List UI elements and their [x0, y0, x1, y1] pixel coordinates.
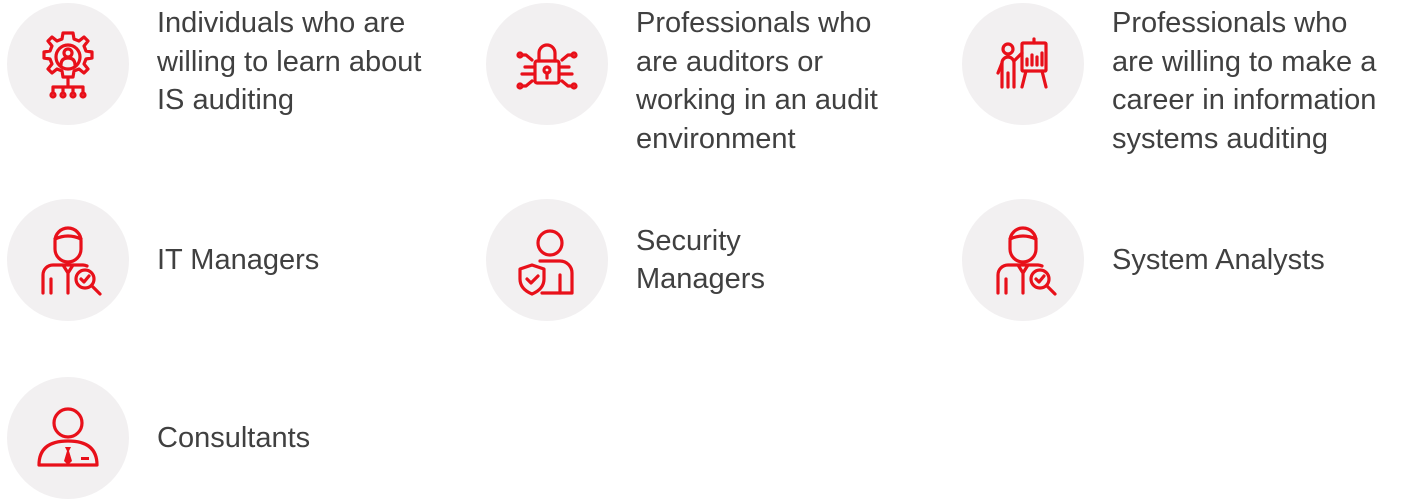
audience-label: Consultants — [157, 421, 311, 454]
icon-circle — [486, 3, 608, 125]
manager-magnifier-icon — [41, 226, 102, 296]
audience-label: IT Managers — [157, 243, 320, 276]
icon-circle — [962, 3, 1084, 125]
audience-label: Professionals who are willing to make a … — [1112, 7, 1377, 155]
icon-circle — [962, 199, 1084, 321]
audience-item-auditors: Professionals who are auditors or workin… — [486, 3, 878, 158]
audience-item-career: Professionals who are willing to make a … — [962, 3, 1376, 158]
icon-circle — [7, 199, 129, 321]
audience-label: Professionals who are auditors or workin… — [636, 7, 878, 155]
audience-label: Security Managers — [636, 224, 765, 296]
icon-circle — [7, 3, 129, 125]
audience-item-system-analysts: System Analysts — [962, 199, 1325, 321]
manager-magnifier-icon — [996, 226, 1057, 296]
presenter-chart-icon — [996, 37, 1048, 89]
audience-item-security-managers: Security Managers — [486, 199, 765, 321]
padlock-circuit-icon — [516, 43, 578, 90]
audience-item-consultants: Consultants — [7, 377, 310, 499]
audience-label: Individuals who are willing to learn abo… — [157, 7, 422, 116]
audience-item-individuals: Individuals who are willing to learn abo… — [7, 3, 421, 125]
person-shield-icon — [518, 229, 574, 296]
icon-circle — [486, 199, 608, 321]
audience-label: System Analysts — [1112, 243, 1325, 276]
consultant-icon — [37, 407, 99, 467]
gear-person-network-icon — [42, 31, 94, 99]
audience-item-it-managers: IT Managers — [7, 199, 319, 321]
icon-circle — [7, 377, 129, 499]
